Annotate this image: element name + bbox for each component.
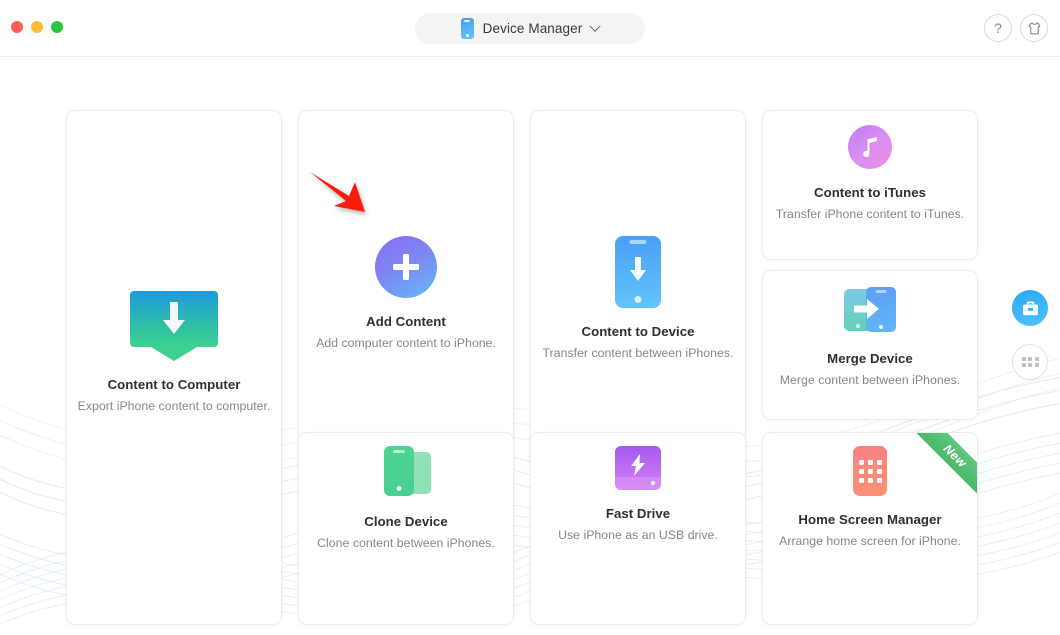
- card-content-to-computer[interactable]: Content to Computer Export iPhone conten…: [66, 110, 282, 625]
- card-subtitle: Export iPhone content to computer.: [77, 399, 271, 413]
- card-subtitle: Arrange home screen for iPhone.: [779, 534, 961, 548]
- app-window: Device Manager ? Content to Computer Exp…: [0, 0, 1060, 635]
- window-controls: [11, 21, 63, 33]
- card-title: Clone Device: [364, 514, 448, 529]
- titlebar-actions: ?: [984, 14, 1048, 42]
- close-button[interactable]: [11, 21, 23, 33]
- t-shirt-icon: [1028, 21, 1040, 34]
- chevron-down-icon[interactable]: [589, 20, 602, 32]
- card-merge-device[interactable]: Merge Device Merge content between iPhon…: [762, 270, 978, 420]
- card-title: Home Screen Manager: [798, 512, 942, 527]
- card-subtitle: Use iPhone as an USB drive.: [558, 528, 718, 542]
- two-phones-icon: [381, 446, 431, 498]
- card-title: Add Content: [366, 314, 446, 329]
- right-rail: [1012, 290, 1048, 398]
- card-content-to-itunes[interactable]: Content to iTunes Transfer iPhone conten…: [762, 110, 978, 260]
- card-title: Content to Computer: [107, 377, 241, 392]
- phone-download-icon: [615, 236, 661, 308]
- phone-icon: [460, 18, 474, 39]
- card-clone-device[interactable]: Clone Device Clone content between iPhon…: [298, 432, 514, 625]
- card-subtitle: Merge content between iPhones.: [779, 373, 961, 387]
- device-manager-label: Device Manager: [482, 21, 583, 36]
- card-subtitle: Clone content between iPhones.: [317, 536, 495, 550]
- card-title: Content to Device: [581, 324, 695, 339]
- card-home-screen-manager[interactable]: New Home Screen Manager Arrange home scr…: [762, 432, 978, 625]
- hard-drive-bolt-icon: [615, 446, 661, 490]
- lightning-bolt-glyph: [631, 454, 645, 476]
- title-bar: Device Manager ?: [0, 0, 1060, 57]
- minimize-button[interactable]: [31, 21, 43, 33]
- phone-grid-icon: [853, 446, 887, 496]
- monitor-download-icon: [130, 291, 218, 361]
- card-subtitle: Add computer content to iPhone.: [316, 336, 496, 350]
- device-manager-selector[interactable]: Device Manager: [415, 13, 645, 44]
- maximize-button[interactable]: [51, 21, 63, 33]
- right-arrow: [854, 299, 879, 319]
- card-title: Merge Device: [827, 351, 913, 366]
- apps-grid-icon: [1021, 356, 1039, 368]
- card-content-to-device[interactable]: Content to Device Transfer content betwe…: [530, 110, 746, 472]
- card-title: Content to iTunes: [814, 185, 926, 200]
- apps-grid-button[interactable]: [1012, 344, 1048, 380]
- music-note-icon: [848, 125, 892, 169]
- two-phones-arrow-icon: [840, 285, 900, 335]
- download-arrow: [630, 257, 646, 281]
- download-arrow: [163, 302, 185, 334]
- card-fast-drive[interactable]: Fast Drive Use iPhone as an USB drive.: [530, 432, 746, 625]
- card-title: Fast Drive: [605, 506, 671, 521]
- feature-grid: Content to Computer Export iPhone conten…: [0, 57, 1060, 635]
- theme-button[interactable]: [1020, 14, 1048, 42]
- card-subtitle: Transfer iPhone content to iTunes.: [775, 207, 965, 221]
- card-add-content[interactable]: Add Content Add computer content to iPho…: [298, 110, 514, 472]
- toolbox-icon: [1022, 301, 1038, 315]
- question-mark-icon: ?: [994, 20, 1002, 36]
- plus-circle-icon: [375, 236, 437, 298]
- music-note-glyph: [863, 137, 877, 158]
- help-button[interactable]: ?: [984, 14, 1012, 42]
- card-subtitle: Transfer content between iPhones.: [542, 346, 734, 360]
- toolbox-button[interactable]: [1012, 290, 1048, 326]
